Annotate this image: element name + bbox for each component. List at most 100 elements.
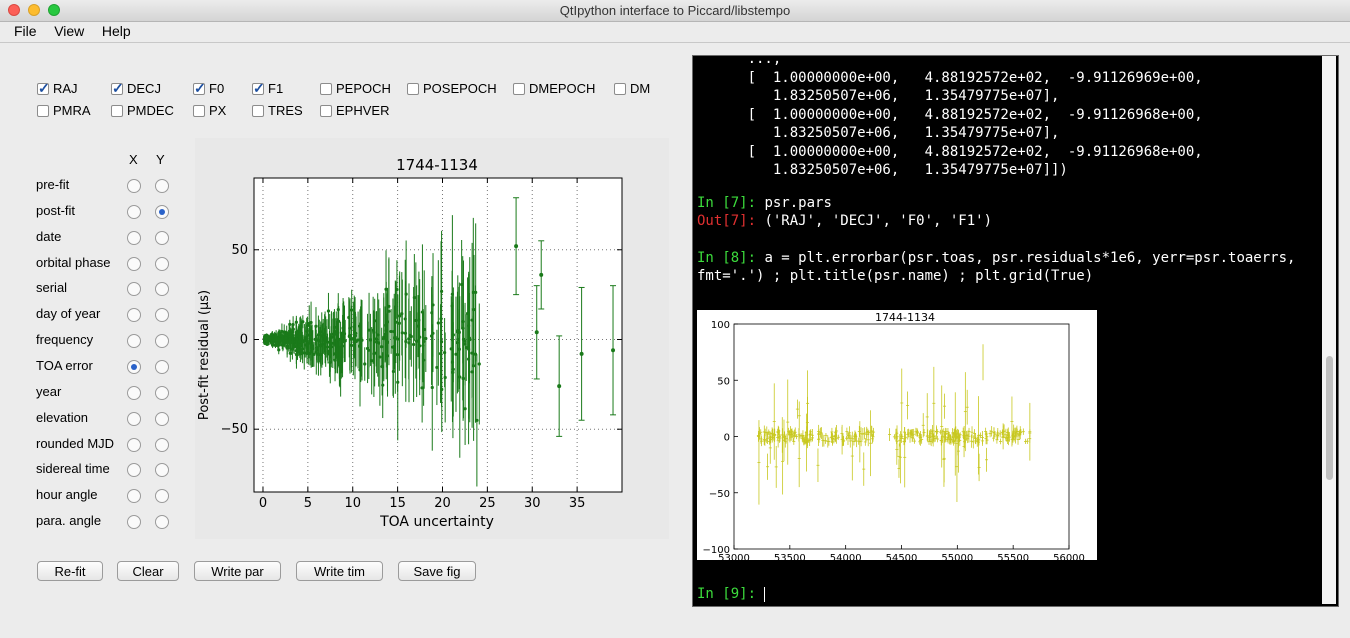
x-axis-radio[interactable] (127, 230, 141, 245)
checkbox-label: PX (209, 103, 227, 118)
checkbox-box[interactable] (193, 80, 206, 97)
inline-x-tick-label: 55500 (997, 553, 1029, 560)
axis-option-label: sidereal time (36, 461, 110, 477)
y-axis-radio[interactable] (155, 463, 169, 478)
console-in9[interactable]: In [9]: (697, 586, 766, 602)
axis-option-label: elevation (36, 409, 89, 425)
x-axis-radio[interactable] (127, 282, 141, 297)
x-axis-radio[interactable] (127, 515, 141, 530)
console-output-line: [ 1.00000000e+00, 4.88192572e+02, -9.911… (697, 143, 1203, 160)
save-fig-button[interactable]: Save fig (398, 561, 476, 581)
param-checkbox-pepoch[interactable]: PEPOCH (320, 81, 391, 96)
param-checkbox-dmepoch[interactable]: DMEPOCH (513, 81, 595, 96)
y-axis-radio[interactable] (155, 308, 169, 323)
y-axis-radio[interactable] (155, 489, 169, 504)
console-output-line: 1.83250507e+06, 1.35479775e+07], (697, 125, 1060, 141)
refit-button[interactable]: Re-fit (37, 561, 103, 581)
console-output-line: [ 1.00000000e+00, 4.88192572e+02, -9.911… (697, 69, 1203, 86)
param-checkbox-pmdec[interactable]: PMDEC (111, 103, 174, 118)
x-tick-label: 10 (344, 496, 361, 511)
param-checkbox-px[interactable]: PX (193, 103, 226, 118)
param-checkbox-ephver[interactable]: EPHVER (320, 103, 389, 118)
x-axis-radio[interactable] (127, 489, 141, 504)
param-checkbox-pmra[interactable]: PMRA (37, 103, 91, 118)
param-checkbox-posepoch[interactable]: POSEPOCH (407, 81, 497, 96)
checkbox-box[interactable] (252, 104, 264, 117)
x-axis-radio[interactable] (127, 437, 141, 452)
checkbox-box[interactable] (193, 104, 205, 117)
x-axis-radio[interactable] (127, 359, 141, 374)
x-axis-radio[interactable] (127, 308, 141, 323)
axis-option-label: pre-fit (36, 177, 70, 192)
residual-plot-panel: 1744-1134 TOA uncertainty Post-fit resid… (195, 138, 669, 539)
inline-y-tick-label: −50 (709, 489, 730, 500)
x-axis-radio[interactable] (127, 385, 141, 400)
param-checkbox-decj[interactable]: DECJ (111, 80, 161, 97)
checkbox-box[interactable] (614, 82, 626, 95)
y-axis-radio[interactable] (155, 437, 169, 452)
axis-option-label: day of year (36, 306, 101, 322)
axis-option-label: post-fit (36, 202, 76, 218)
clear-button[interactable]: Clear (117, 561, 179, 581)
axis-option-label: date (36, 228, 62, 244)
param-checkbox-tres[interactable]: TRES (252, 103, 303, 118)
x-axis-radio[interactable] (127, 411, 141, 426)
checkbox-box[interactable] (407, 82, 419, 95)
y-axis-radio[interactable] (155, 334, 169, 349)
axis-option-label: hour angle (36, 487, 98, 503)
console-scrollbar[interactable] (1322, 56, 1336, 604)
checkbox-box[interactable] (111, 80, 124, 97)
y-tick-label: 0 (240, 332, 248, 347)
y-axis-radio[interactable] (155, 411, 169, 426)
y-tick-label: 50 (231, 243, 248, 258)
checkbox-box[interactable] (320, 82, 332, 95)
ipython-console[interactable]: ..., [ 1.00000000e+00, 4.88192572e+02, -… (692, 51, 1339, 607)
param-checkbox-f0[interactable]: F0 (193, 80, 225, 97)
param-checkbox-f1[interactable]: F1 (252, 80, 283, 97)
x-axis-radio[interactable] (127, 256, 141, 271)
menu-bar: File View Help (0, 22, 1350, 43)
y-axis-radio[interactable] (155, 359, 169, 374)
checkbox-box[interactable] (513, 82, 525, 95)
y-axis-radio[interactable] (155, 204, 169, 219)
close-window-button[interactable] (8, 4, 20, 16)
checkbox-box[interactable] (37, 104, 49, 117)
console-output-line: 1.83250507e+06, 1.35479775e+07], (697, 88, 1060, 104)
x-axis-radio[interactable] (127, 179, 141, 193)
param-checkbox-dm[interactable]: DM (614, 81, 650, 96)
y-axis-radio[interactable] (155, 256, 169, 271)
checkbox-box[interactable] (320, 104, 332, 117)
y-axis-radio[interactable] (155, 179, 169, 193)
y-axis-header: Y (156, 152, 165, 167)
y-axis-radio[interactable] (155, 385, 169, 400)
checkbox-label: POSEPOCH (423, 81, 497, 96)
scrollbar-thumb[interactable] (1326, 356, 1333, 480)
checkbox-box[interactable] (252, 80, 265, 97)
x-axis-radio[interactable] (127, 463, 141, 478)
console-in8-cont: fmt='.') ; plt.title(psr.name) ; plt.gri… (697, 268, 1094, 284)
param-checkbox-raj[interactable]: RAJ (37, 80, 78, 97)
inline-x-tick-label: 56000 (1053, 553, 1085, 560)
inline-x-tick-label: 54500 (886, 553, 918, 560)
menu-view[interactable]: View (54, 22, 84, 39)
checkbox-label: EPHVER (336, 103, 390, 118)
checkbox-box[interactable] (111, 104, 123, 117)
write-tim-button[interactable]: Write tim (296, 561, 383, 581)
y-axis-radio[interactable] (155, 282, 169, 297)
x-axis-radio[interactable] (127, 334, 141, 349)
menu-file[interactable]: File (14, 22, 37, 39)
y-axis-radio[interactable] (155, 515, 169, 530)
checkbox-label: F0 (209, 81, 225, 96)
x-tick-label: 30 (524, 496, 541, 511)
x-axis-header: X (129, 152, 138, 167)
axis-option-label: frequency (36, 332, 94, 348)
menu-help[interactable]: Help (102, 22, 131, 39)
write-par-button[interactable]: Write par (194, 561, 281, 581)
y-axis-radio[interactable] (155, 230, 169, 245)
console-output-line: 1.83250507e+06, 1.35479775e+07]]) (697, 162, 1068, 178)
minimize-window-button[interactable] (28, 4, 40, 16)
x-axis-radio[interactable] (127, 204, 141, 219)
checkbox-label: DMEPOCH (529, 81, 596, 96)
checkbox-box[interactable] (37, 80, 50, 97)
zoom-window-button[interactable] (48, 4, 60, 16)
